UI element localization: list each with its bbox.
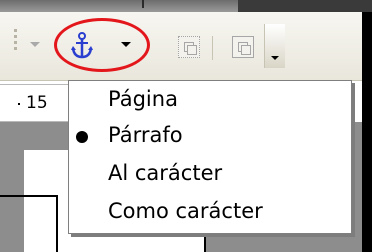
chevron-down-icon[interactable] bbox=[30, 42, 40, 47]
menu-item-pagina[interactable]: Página bbox=[70, 83, 350, 119]
menu-item-al-caracter[interactable]: Al carácter bbox=[70, 157, 350, 193]
selected-bullet-icon bbox=[76, 131, 88, 143]
frame-wrap-button[interactable] bbox=[232, 36, 254, 58]
toolbar-overflow-button[interactable] bbox=[264, 24, 285, 68]
ruler-value: 15 bbox=[26, 93, 48, 113]
menu-item-label: Párrafo bbox=[108, 123, 183, 147]
highlight-circle bbox=[54, 18, 150, 72]
menu-item-parrafo[interactable]: Párrafo bbox=[70, 119, 350, 155]
frame-wrap-icon bbox=[232, 36, 254, 58]
menu-item-label: Al carácter bbox=[108, 161, 223, 185]
frame-anchor-icon bbox=[178, 36, 200, 58]
page-margin-line bbox=[204, 234, 244, 236]
toolbar bbox=[0, 12, 372, 81]
ruler-dot bbox=[18, 103, 20, 105]
toolbar-separator bbox=[212, 36, 213, 60]
anchor-dropdown-arrow-icon[interactable] bbox=[121, 42, 131, 47]
menu-item-como-caracter[interactable]: Como carácter bbox=[70, 195, 350, 231]
frame-anchor-button[interactable] bbox=[178, 36, 200, 58]
anchor-icon bbox=[71, 32, 93, 59]
chevron-down-icon bbox=[271, 56, 279, 60]
toolbar-gripper[interactable] bbox=[6, 26, 26, 60]
anchor-menu: Página Párrafo Al carácter Como carácter bbox=[68, 80, 352, 234]
band-dark-region bbox=[238, 0, 372, 12]
page-margin-line bbox=[56, 196, 58, 252]
page-margin-line bbox=[204, 234, 206, 252]
band-tick bbox=[142, 0, 144, 8]
menu-item-label: Página bbox=[108, 87, 178, 111]
window-top-band bbox=[0, 0, 372, 12]
menu-item-label: Como carácter bbox=[108, 199, 263, 223]
page-margin-line bbox=[0, 195, 58, 197]
window-edge bbox=[362, 12, 372, 252]
